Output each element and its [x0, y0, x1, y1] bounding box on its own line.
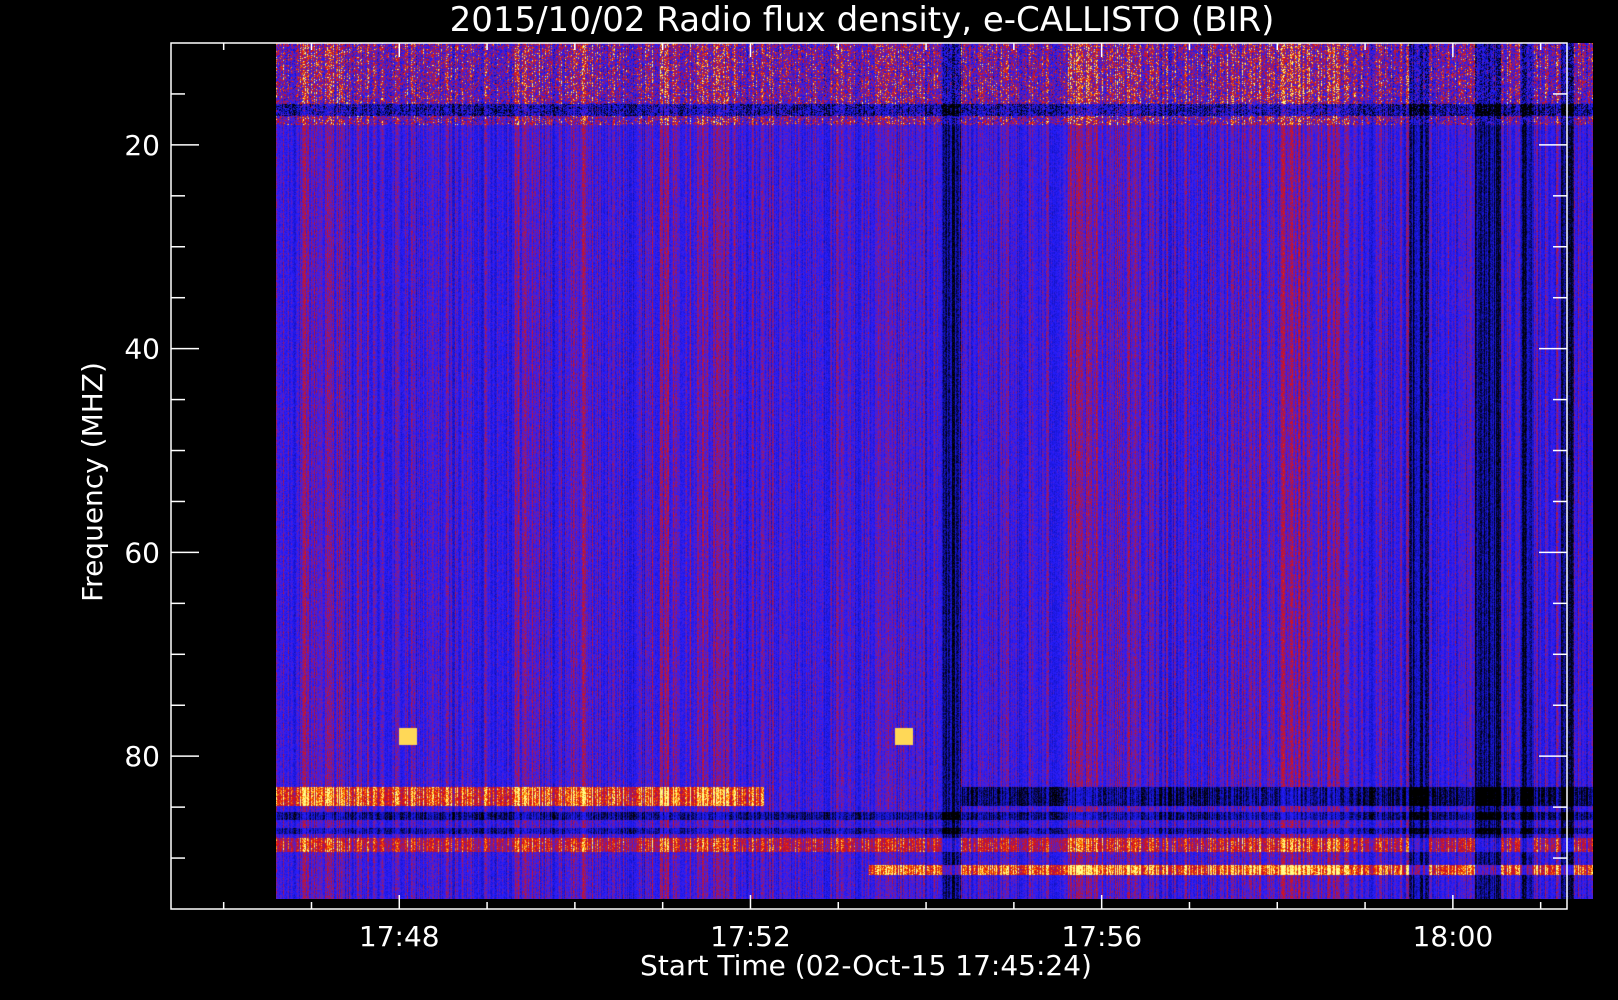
y-tick-label: 60 [124, 536, 160, 569]
x-tick-label: 18:00 [1413, 920, 1494, 953]
y-tick-label: 40 [124, 333, 160, 366]
heatmap-layer [276, 43, 1593, 899]
x-tick-label: 17:48 [359, 920, 440, 953]
chart-title: 2015/10/02 Radio flux density, e-CALLIST… [450, 0, 1275, 40]
y-axis-label: Frequency (MHZ) [76, 362, 109, 602]
y-tick-label: 20 [124, 129, 160, 162]
x-axis-label: Start Time (02-Oct-15 17:45:24) [640, 949, 1092, 982]
y-tick-label: 80 [124, 740, 160, 773]
spectrogram-chart: 2015/10/02 Radio flux density, e-CALLIST… [0, 0, 1618, 1000]
spectrogram-image [276, 43, 1593, 899]
